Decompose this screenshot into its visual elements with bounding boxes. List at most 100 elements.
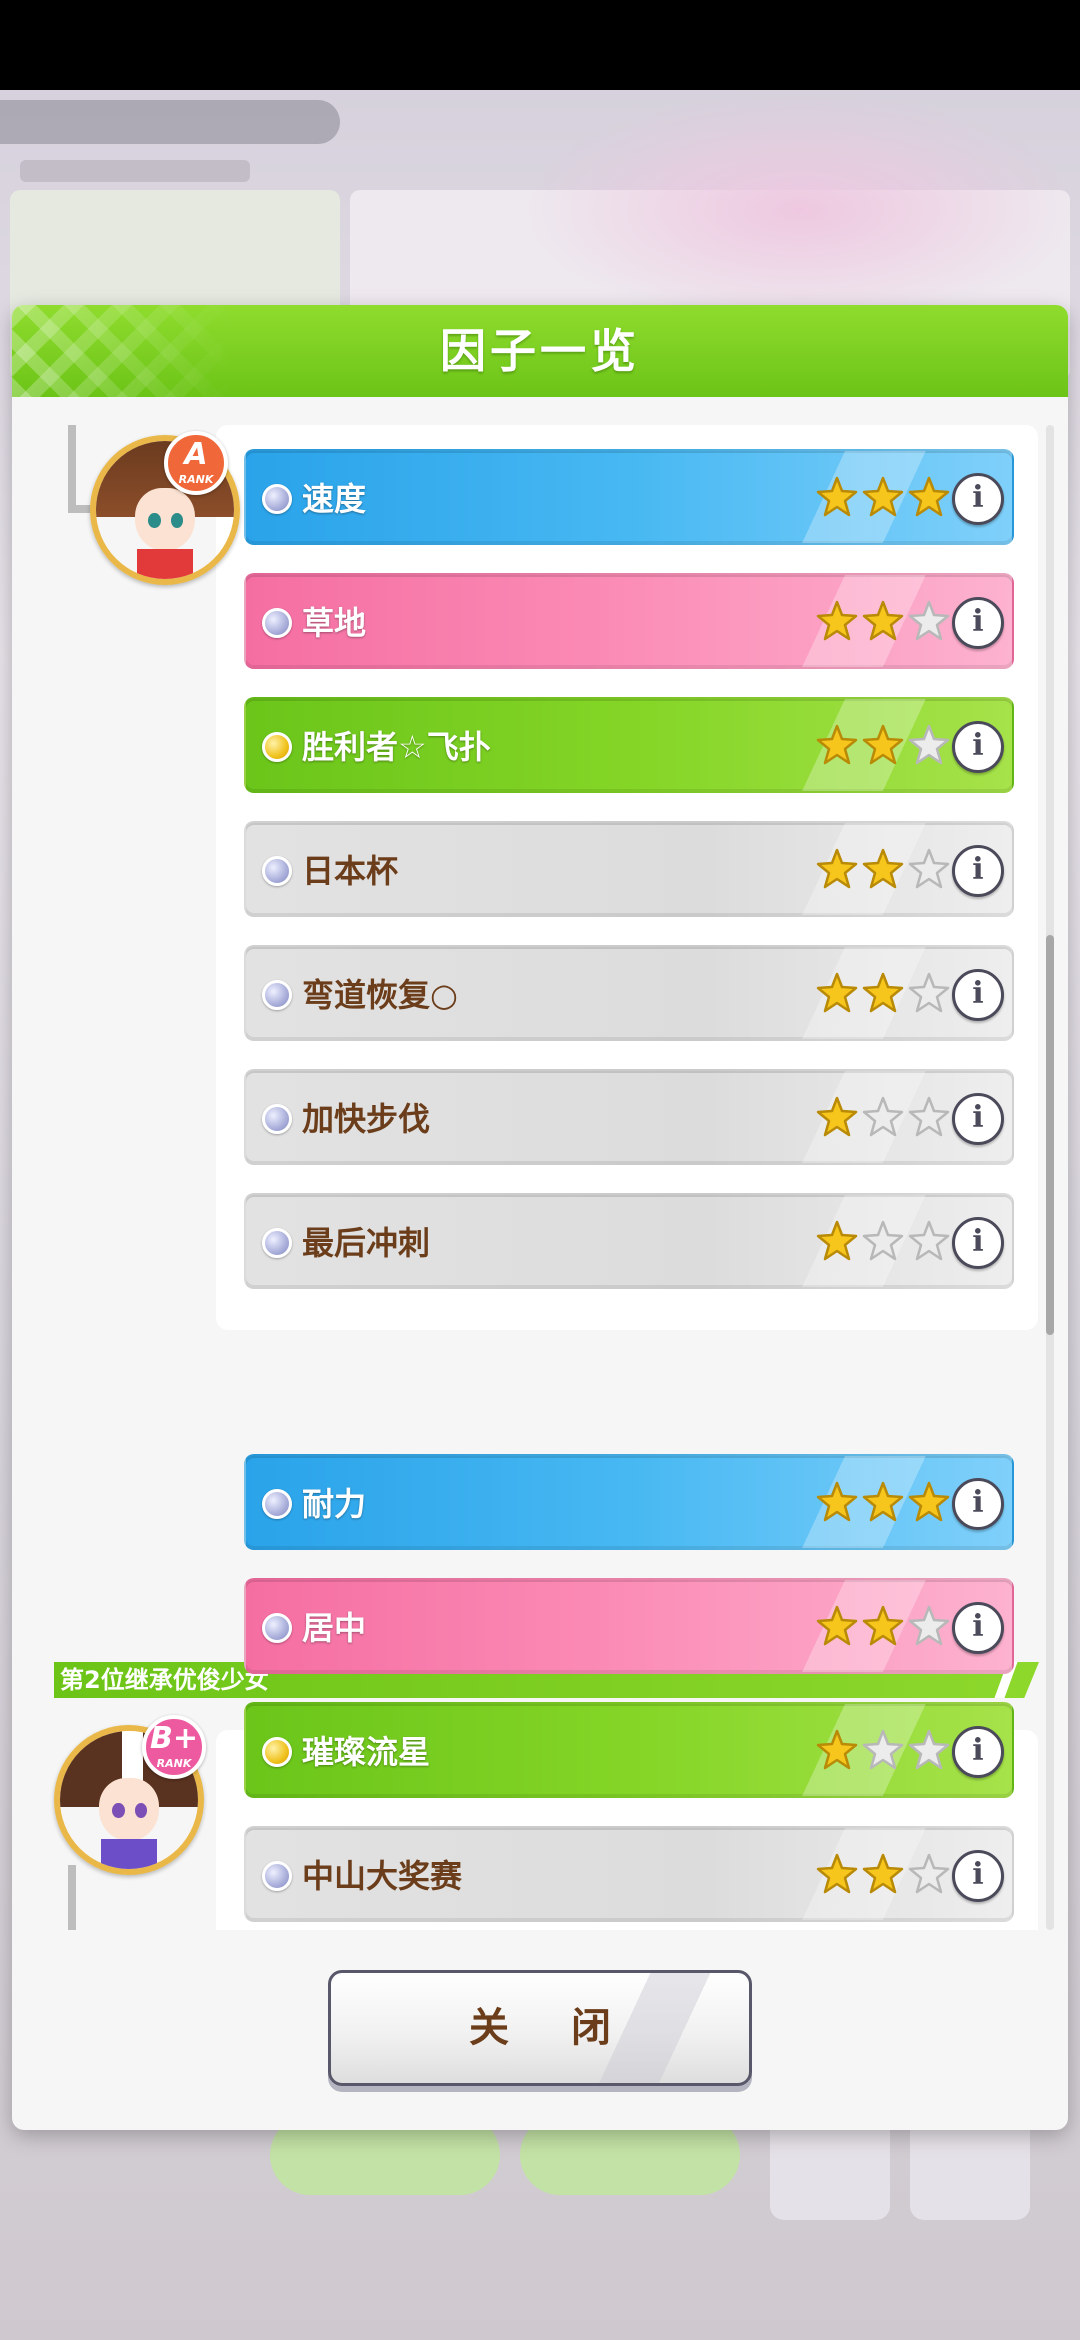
info-icon[interactable]: i <box>952 1726 1004 1778</box>
factor-name: 胜利者☆飞扑 <box>302 728 491 766</box>
factor-row[interactable]: 璀璨流星 i <box>244 1702 1014 1798</box>
rank-badge: B+ RANK <box>142 1715 206 1779</box>
star-filled-icon <box>862 972 904 1013</box>
star-filled-icon <box>862 476 904 517</box>
factor-scroll-list[interactable]: A RANK 第2位继承优俊少女 B+ RANK 速度 i 草地 i 胜利者☆飞扑 i 日本… <box>24 425 1056 1930</box>
section-title: 第2位继承优俊少女 <box>60 1666 269 1694</box>
background-text <box>20 160 250 182</box>
star-rating <box>816 1728 950 1776</box>
close-button[interactable]: 关 闭 <box>328 1970 752 2086</box>
info-icon[interactable]: i <box>952 721 1004 773</box>
info-icon[interactable]: i <box>952 969 1004 1021</box>
info-icon[interactable]: i <box>952 1093 1004 1145</box>
rank-badge: A RANK <box>164 431 228 495</box>
factor-name: 草地 <box>302 604 367 642</box>
star-rating <box>816 723 950 771</box>
factor-name: 最后冲刺 <box>302 1224 431 1262</box>
star-filled-icon <box>862 1605 904 1646</box>
rank-sub-label: RANK <box>156 1757 192 1770</box>
factor-name: 日本杯 <box>302 852 399 890</box>
star-filled-icon <box>816 848 858 889</box>
silver-orb-icon <box>262 856 292 886</box>
background-tab <box>0 100 340 144</box>
star-empty-icon <box>862 1729 904 1770</box>
star-filled-icon <box>816 724 858 765</box>
factor-name: 耐力 <box>302 1485 367 1523</box>
avatar-outfit <box>137 548 193 579</box>
star-empty-icon <box>908 1220 950 1261</box>
info-icon[interactable]: i <box>952 473 1004 525</box>
star-rating <box>816 971 950 1019</box>
avatar-eye <box>112 1802 125 1818</box>
factor-row[interactable]: 弯道恢复○ i <box>244 945 1014 1041</box>
star-rating <box>816 1480 950 1528</box>
star-filled-icon <box>816 1220 858 1261</box>
factor-row[interactable]: 草地 i <box>244 573 1014 669</box>
close-button-label: 关 闭 <box>469 2005 635 2051</box>
star-filled-icon <box>862 848 904 889</box>
avatar-face <box>98 1777 160 1842</box>
factor-row[interactable]: 居中 i <box>244 1578 1014 1674</box>
rank-sub-label: RANK <box>178 473 214 486</box>
factor-row[interactable]: 日本杯 i <box>244 821 1014 917</box>
info-icon[interactable]: i <box>952 1478 1004 1530</box>
background-decor <box>520 90 1080 330</box>
tree-line <box>68 425 76 513</box>
star-filled-icon <box>862 1853 904 1894</box>
rank-letter: B+ <box>149 1721 198 1756</box>
avatar-eye <box>134 1802 147 1818</box>
tree-line <box>68 1865 76 1930</box>
info-icon[interactable]: i <box>952 1850 1004 1902</box>
gold-orb-icon <box>262 1737 292 1767</box>
star-filled-icon <box>908 476 950 517</box>
scrollbar-thumb[interactable] <box>1046 935 1054 1335</box>
silver-orb-icon <box>262 1489 292 1519</box>
star-rating <box>816 599 950 647</box>
factor-name: 中山大奖赛 <box>302 1857 463 1895</box>
rank-letter: A <box>184 437 208 472</box>
silver-orb-icon <box>262 1228 292 1258</box>
info-icon[interactable]: i <box>952 845 1004 897</box>
star-rating <box>816 1604 950 1652</box>
info-icon[interactable]: i <box>952 1602 1004 1654</box>
silver-orb-icon <box>262 1861 292 1891</box>
factor-row[interactable]: 加快步伐 i <box>244 1069 1014 1165</box>
star-rating <box>816 1095 950 1143</box>
star-empty-icon <box>862 1096 904 1137</box>
star-filled-icon <box>862 600 904 641</box>
star-filled-icon <box>816 476 858 517</box>
factor-row[interactable]: 速度 i <box>244 449 1014 545</box>
star-filled-icon <box>908 1481 950 1522</box>
factor-row[interactable]: 耐力 i <box>244 1454 1014 1550</box>
status-bar <box>0 0 1080 90</box>
star-filled-icon <box>816 1605 858 1646</box>
silver-orb-icon <box>262 1613 292 1643</box>
star-rating <box>816 475 950 523</box>
factor-row[interactable]: 最后冲刺 i <box>244 1193 1014 1289</box>
star-empty-icon <box>862 1220 904 1261</box>
factor-row[interactable]: 胜利者☆飞扑 i <box>244 697 1014 793</box>
star-rating <box>816 847 950 895</box>
info-icon[interactable]: i <box>952 597 1004 649</box>
star-rating <box>816 1852 950 1900</box>
silver-orb-icon <box>262 484 292 514</box>
dialog-header: 因子一览 <box>12 305 1068 397</box>
factor-name: 加快步伐 <box>302 1100 431 1138</box>
star-rating <box>816 1219 950 1267</box>
factor-name: 璀璨流星 <box>302 1733 431 1771</box>
avatar-face <box>134 487 196 552</box>
star-empty-icon <box>908 1605 950 1646</box>
dialog-title: 因子一览 <box>440 324 640 378</box>
star-filled-icon <box>816 1481 858 1522</box>
star-empty-icon <box>908 972 950 1013</box>
info-icon[interactable]: i <box>952 1217 1004 1269</box>
star-filled-icon <box>816 600 858 641</box>
star-filled-icon <box>816 1096 858 1137</box>
star-filled-icon <box>816 1729 858 1770</box>
star-empty-icon <box>908 724 950 765</box>
avatar-outfit <box>101 1838 157 1869</box>
factor-row[interactable]: 中山大奖赛 i <box>244 1826 1014 1922</box>
silver-orb-icon <box>262 980 292 1010</box>
star-empty-icon <box>908 600 950 641</box>
star-filled-icon <box>816 972 858 1013</box>
